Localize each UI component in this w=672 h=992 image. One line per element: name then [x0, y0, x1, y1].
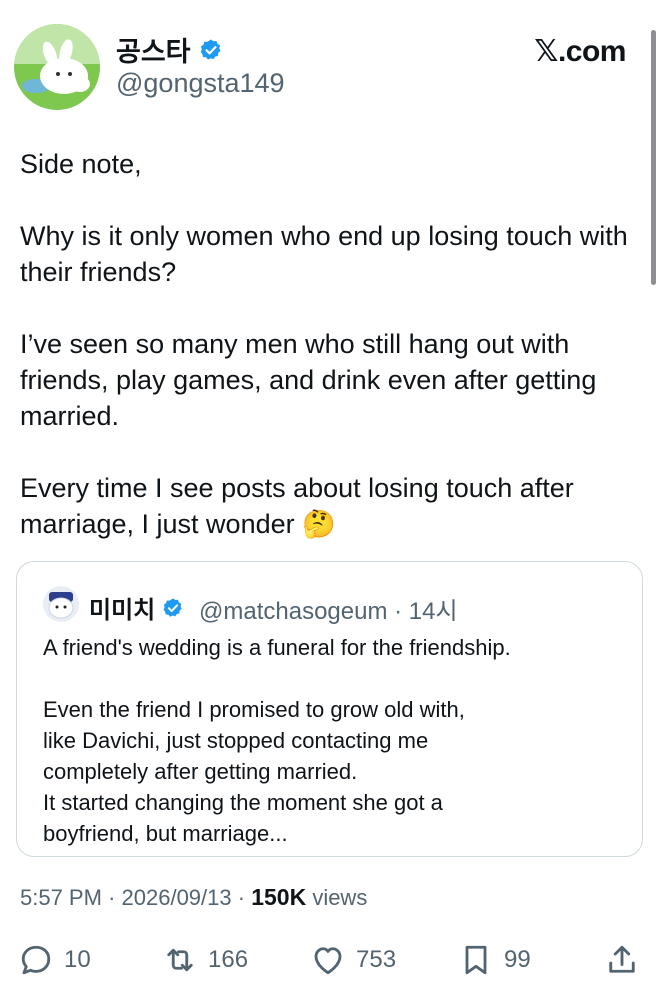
repost-button[interactable]: 166: [162, 935, 248, 985]
quoted-line: like Davichi, just stopped contacting me: [43, 728, 429, 753]
author-handle[interactable]: @gongsta149: [116, 68, 285, 99]
views-label: views: [312, 885, 368, 910]
reply-button[interactable]: 10: [18, 935, 91, 985]
tweet-header: 공스타 @gongsta149 𝕏.com: [0, 0, 672, 120]
meta-dot: ·: [108, 885, 116, 910]
like-count: 753: [356, 946, 397, 973]
bookmark-count: 99: [504, 946, 531, 973]
author-name-text: 공스타: [116, 37, 191, 67]
quoted-line: A friend's wedding is a funeral for the …: [43, 635, 511, 660]
action-bar: 10 166 753 99: [0, 935, 672, 985]
verified-badge-icon: [163, 597, 182, 617]
author-display-name[interactable]: 공스타: [116, 30, 223, 69]
quoted-name-text: 미미치: [89, 597, 156, 624]
repost-count: 166: [208, 946, 249, 973]
scrollbar[interactable]: [651, 30, 656, 285]
views-count: 150K: [251, 884, 307, 910]
quoted-tweet[interactable]: 미미치 @matchasogeum · 14시 A friend's weddi…: [16, 561, 643, 857]
tweet-text: Side note, Why is it only women who end …: [20, 146, 630, 542]
quoted-line: Even the friend I promised to grow old w…: [43, 697, 465, 722]
quoted-meta: @matchasogeum · 14시: [199, 591, 458, 626]
tweet-paragraph: I’ve seen so many men who still hang out…: [20, 329, 597, 431]
tweet-paragraph: Why is it only women who end up losing t…: [20, 221, 628, 287]
bunny-avatar-icon: [14, 24, 100, 110]
quoted-text: A friend's wedding is a funeral for the …: [43, 632, 623, 849]
quoted-handle[interactable]: @matchasogeum: [199, 598, 387, 625]
heart-icon: [314, 947, 342, 975]
author-avatar[interactable]: [14, 24, 100, 110]
tweet-timestamp: 5:57 PM · 2026/09/13 · 150K views: [20, 884, 367, 911]
repost-icon: [167, 948, 193, 972]
like-button[interactable]: 753: [310, 935, 396, 985]
post-date[interactable]: 2026/09/13: [122, 885, 232, 910]
quoted-line: It started changing the moment she got a: [43, 790, 443, 815]
x-logo: 𝕏.com: [534, 35, 626, 68]
quoted-time[interactable]: 14시: [409, 598, 458, 625]
quoted-author-avatar[interactable]: [43, 586, 79, 622]
share-button[interactable]: [604, 935, 650, 985]
reply-icon: [21, 945, 51, 975]
post-time[interactable]: 5:57 PM: [20, 885, 102, 910]
character-avatar-icon: [43, 586, 79, 622]
verified-badge-icon: [200, 39, 221, 59]
tweet-paragraph: Side note,: [20, 149, 142, 179]
quoted-line: completely after getting married.: [43, 759, 358, 784]
tweet-paragraph: Every time I see posts about losing touc…: [20, 473, 574, 539]
bookmark-button[interactable]: 99: [458, 935, 531, 985]
meta-separator: ·: [394, 598, 403, 625]
quoted-display-name[interactable]: 미미치: [89, 590, 184, 625]
quoted-line: boyfriend, but marriage...: [43, 821, 288, 846]
meta-dot: ·: [237, 885, 246, 910]
bookmark-icon: [465, 945, 487, 975]
reply-count: 10: [64, 946, 91, 973]
share-icon: [609, 945, 635, 973]
